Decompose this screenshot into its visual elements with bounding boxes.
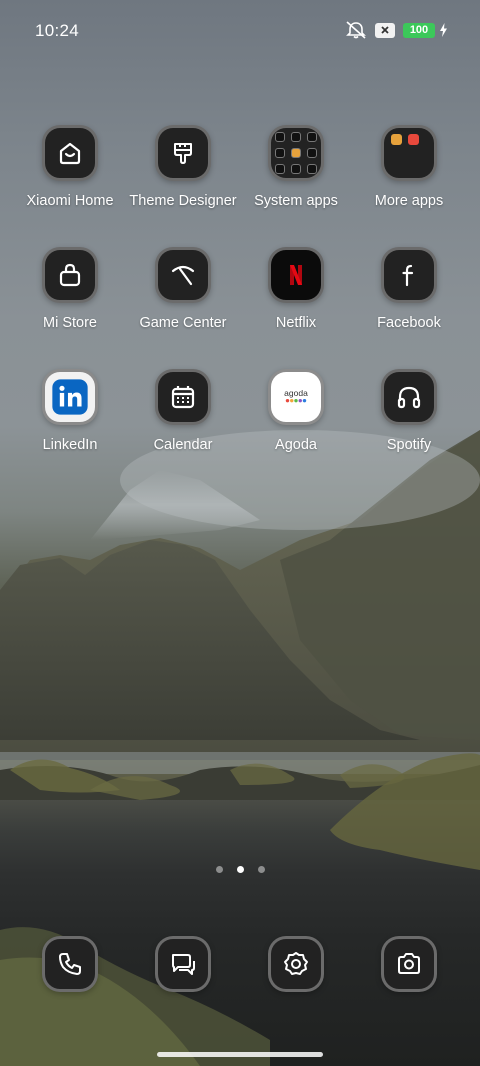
app-mi-store[interactable]: Mi Store bbox=[14, 247, 126, 331]
page-indicator bbox=[0, 866, 480, 873]
page-dot[interactable] bbox=[215, 866, 223, 873]
calendar-icon bbox=[155, 369, 211, 425]
app-label: Xiaomi Home bbox=[26, 193, 114, 209]
app-agoda[interactable]: agoda Agoda bbox=[240, 369, 352, 453]
app-netflix[interactable]: Netflix bbox=[240, 247, 352, 331]
app-label: Theme Designer bbox=[129, 193, 237, 209]
mute-icon bbox=[346, 21, 366, 39]
folder-icon bbox=[381, 125, 437, 181]
app-game-center[interactable]: Game Center bbox=[127, 247, 239, 331]
app-facebook[interactable]: Facebook bbox=[353, 247, 465, 331]
xiaomi-home-icon bbox=[42, 125, 98, 181]
charging-bolt-icon bbox=[440, 23, 447, 37]
dock-messages[interactable] bbox=[155, 936, 211, 992]
status-bar: 10:24 100 bbox=[0, 0, 480, 62]
app-label: Netflix bbox=[275, 315, 317, 331]
agoda-logo-text: agoda bbox=[284, 388, 308, 398]
game-center-icon bbox=[155, 247, 211, 303]
app-calendar[interactable]: Calendar bbox=[127, 369, 239, 453]
camera-icon bbox=[381, 936, 437, 992]
app-spotify[interactable]: Spotify bbox=[353, 369, 465, 453]
status-time: 10:24 bbox=[35, 21, 80, 40]
agoda-icon: agoda bbox=[268, 369, 324, 425]
facebook-icon bbox=[381, 247, 437, 303]
app-linkedin[interactable]: LinkedIn bbox=[14, 369, 126, 453]
messages-icon bbox=[155, 936, 211, 992]
settings-icon bbox=[268, 936, 324, 992]
linkedin-icon bbox=[42, 369, 98, 425]
app-label: Mi Store bbox=[43, 315, 97, 331]
netflix-icon bbox=[268, 247, 324, 303]
app-label: Game Center bbox=[139, 315, 227, 331]
app-label: System apps bbox=[254, 193, 338, 209]
app-label: LinkedIn bbox=[42, 437, 98, 453]
app-label: More apps bbox=[374, 193, 444, 209]
app-theme-designer[interactable]: Theme Designer bbox=[127, 125, 239, 209]
dock-camera[interactable] bbox=[381, 936, 437, 992]
phone-icon bbox=[42, 936, 98, 992]
app-label: Agoda bbox=[275, 437, 317, 453]
page-dot[interactable] bbox=[257, 866, 265, 873]
app-label: Facebook bbox=[377, 315, 441, 331]
folder-more-apps[interactable]: More apps bbox=[353, 125, 465, 209]
dock-settings[interactable] bbox=[268, 936, 324, 992]
battery-icon: 100 bbox=[403, 22, 435, 38]
folder-system-apps[interactable]: System apps bbox=[240, 125, 352, 209]
page-dot-active[interactable] bbox=[236, 866, 244, 873]
app-label: Calendar bbox=[153, 437, 213, 453]
dock-phone[interactable] bbox=[42, 936, 98, 992]
shopping-bag-icon bbox=[42, 247, 98, 303]
folder-icon bbox=[268, 125, 324, 181]
theme-brush-icon bbox=[155, 125, 211, 181]
home-gesture-bar[interactable] bbox=[157, 1052, 323, 1057]
sim-x-icon bbox=[375, 22, 395, 38]
headphones-icon bbox=[381, 369, 437, 425]
app-xiaomi-home[interactable]: Xiaomi Home bbox=[14, 125, 126, 209]
status-icons: 100 bbox=[345, 21, 448, 39]
app-label: Spotify bbox=[386, 437, 432, 453]
